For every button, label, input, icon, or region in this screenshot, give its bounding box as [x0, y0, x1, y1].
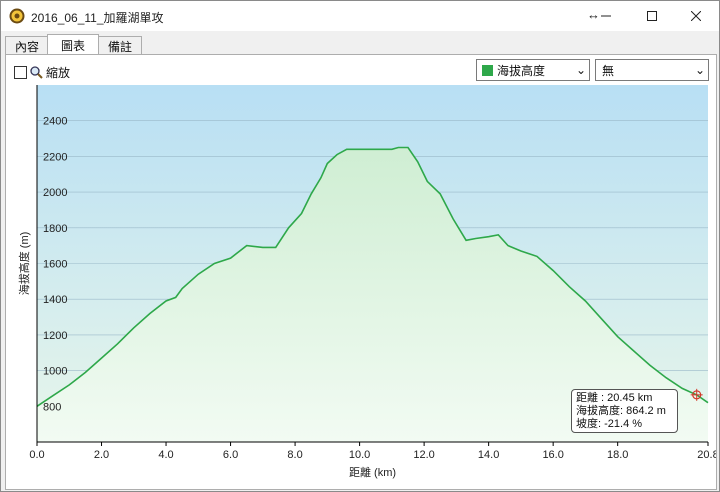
title-bar[interactable]: 2016_06_11_加羅湖單攻 ↔: [1, 1, 719, 31]
close-button[interactable]: [673, 1, 719, 31]
maximize-icon: [647, 11, 657, 21]
minimize-icon: [601, 15, 611, 17]
x-tick-label: 18.0: [607, 449, 628, 461]
x-axis-title: 距離 (km): [349, 465, 396, 479]
y-tick-label: 2200: [43, 151, 67, 163]
tab-content[interactable]: 內容: [5, 36, 49, 55]
y-tick-label: 1200: [43, 330, 67, 342]
x-tick-label: 2.0: [94, 449, 109, 461]
tooltip-elevation: 海拔高度: 864.2 m: [576, 405, 666, 417]
y-axis-title: 海拔高度 (m): [17, 232, 31, 296]
tooltip-distance: 距離 : 20.45 km: [576, 392, 653, 404]
chart-window: 2016_06_11_加羅湖單攻 ↔ 內容 圖表 備註 縮放 海拔高度 ⌄ 無 …: [0, 0, 720, 492]
tab-notes[interactable]: 備註: [98, 36, 142, 55]
tooltip-slope: 坡度: -21.4 %: [576, 418, 643, 430]
y-tick-label: 2000: [43, 187, 67, 199]
x-tick-label: 4.0: [158, 449, 173, 461]
hover-tooltip: 距離 : 20.45 km 海拔高度: 864.2 m 坡度: -21.4 %: [571, 389, 678, 433]
y-tick-label: 2400: [43, 116, 67, 128]
x-tick-label: 6.0: [223, 449, 238, 461]
x-tick-label: 8.0: [287, 449, 302, 461]
maximize-button[interactable]: [629, 1, 675, 31]
y-tick-label: 800: [43, 401, 61, 413]
x-tick-label: 0.0: [29, 449, 44, 461]
x-tick-label: 12.0: [413, 449, 434, 461]
y-tick-label: 1600: [43, 259, 67, 271]
y-tick-label: 1800: [43, 223, 67, 235]
x-tick-label: 20.8: [697, 449, 716, 461]
tab-chart[interactable]: 圖表: [47, 34, 99, 55]
app-logo-icon: [9, 8, 25, 24]
x-tick-label: 10.0: [349, 449, 370, 461]
x-tick-label: 16.0: [542, 449, 563, 461]
x-tick-label: 14.0: [478, 449, 499, 461]
chart-panel: 縮放 海拔高度 ⌄ 無 ⌄ 800 1000 1200 1400 1600 1800 200…: [5, 54, 717, 490]
y-tick-label: 1400: [43, 294, 67, 306]
minimize-button[interactable]: [583, 1, 629, 31]
y-tick-label: 1000: [43, 366, 67, 378]
window-title: 2016_06_11_加羅湖單攻: [31, 11, 164, 25]
close-icon: [691, 11, 701, 21]
